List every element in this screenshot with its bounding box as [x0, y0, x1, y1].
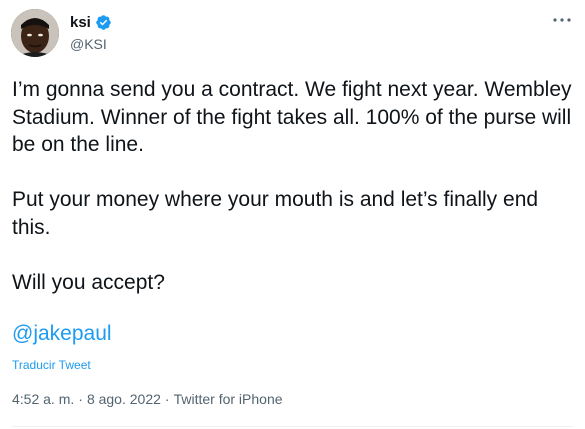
display-name[interactable]: ksi	[70, 14, 91, 31]
avatar[interactable]	[11, 9, 59, 57]
profile-avatar-icon	[11, 9, 59, 57]
display-name-row: ksi	[70, 12, 112, 32]
tweet-paragraph-2: Put your money where your mouth is and l…	[12, 188, 544, 239]
handle[interactable]: @KSI	[70, 36, 112, 52]
meta-separator: ·	[164, 391, 170, 407]
tweet-date[interactable]: 8 ago. 2022	[87, 391, 161, 407]
tweet-paragraph-3: Will you accept?	[12, 270, 165, 294]
divider	[12, 426, 573, 427]
tweet-time[interactable]: 4:52 a. m.	[12, 391, 74, 407]
author-block: ksi @KSI	[70, 12, 112, 52]
tweet-text: I’m gonna send you a contract. We fight …	[12, 76, 572, 296]
meta-separator: ·	[78, 391, 83, 407]
mention-link[interactable]: @jakepaul	[12, 322, 112, 346]
tweet-source[interactable]: Twitter for iPhone	[174, 391, 283, 407]
tweet-card: ksi @KSI I’m gonna send you a contract. …	[0, 0, 585, 429]
more-options-icon[interactable]	[551, 12, 573, 28]
tweet-meta: 4:52 a. m. · 8 ago. 2022 · Twitter for i…	[12, 391, 283, 407]
tweet-paragraph-1: I’m gonna send you a contract. We fight …	[12, 78, 578, 156]
verified-badge-icon	[95, 14, 112, 31]
translate-tweet-link[interactable]: Traducir Tweet	[12, 358, 91, 372]
